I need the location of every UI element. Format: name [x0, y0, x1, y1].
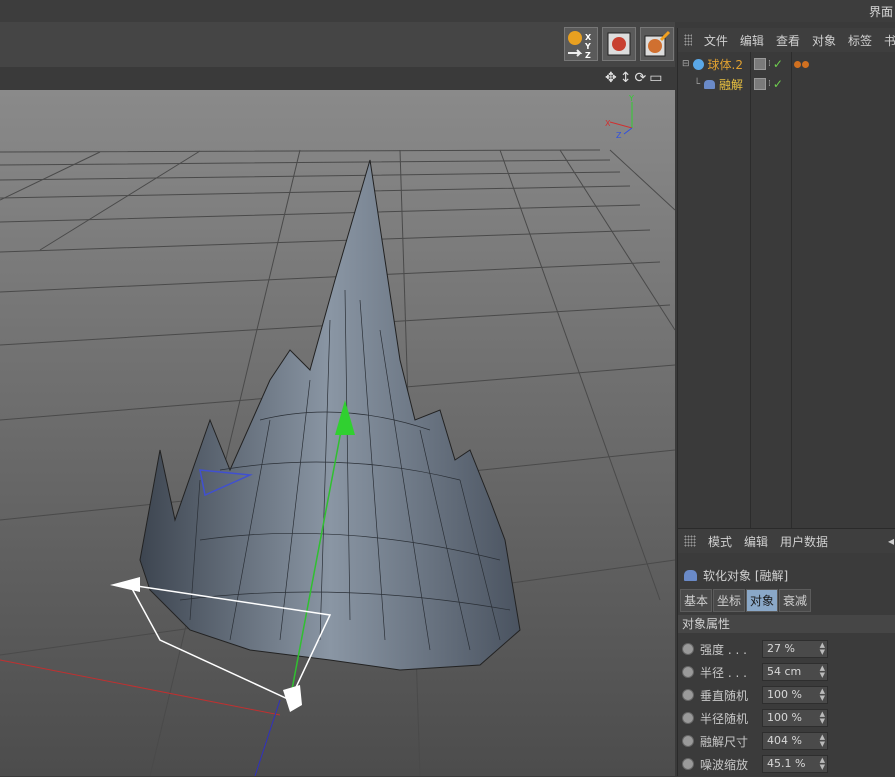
back-arrow-icon[interactable]: ◂: [888, 534, 894, 548]
menu-bookmarks[interactable]: 书: [884, 32, 895, 49]
prop-label: 垂直随机: [700, 688, 749, 703]
render-settings-icon[interactable]: [640, 27, 674, 61]
svg-text:Z: Z: [585, 51, 591, 59]
axis-z-label: Z: [616, 131, 622, 140]
object-row-melt-flags: ⁞ ✓: [754, 74, 783, 94]
animate-radio-icon[interactable]: [682, 643, 694, 655]
axis-y-label: Y: [628, 94, 634, 103]
grip-icon[interactable]: [684, 34, 692, 46]
visibility-dots-icon[interactable]: ⁞: [768, 79, 771, 89]
menu-file[interactable]: 文件: [704, 32, 728, 49]
prop-field[interactable]: 27 % ▲ ▼: [762, 640, 828, 658]
material-tag-icon-2[interactable]: [802, 60, 809, 68]
animate-radio-icon[interactable]: [682, 735, 694, 747]
melt-deformer-icon: [684, 570, 697, 581]
object-list[interactable]: ⊟ 球体.2 ⁞ ✓ └ 融解 ⁞ ✓: [678, 52, 895, 528]
zoom-view-icon[interactable]: ↕: [620, 70, 632, 86]
attribute-title-text: 软化对象 [融解]: [703, 569, 789, 583]
tab-object[interactable]: 对象: [746, 589, 779, 612]
prop-label: 半径随机: [700, 711, 749, 726]
tab-coord[interactable]: 坐标: [713, 589, 746, 612]
coordinate-system-icon[interactable]: X Y Z: [564, 27, 598, 61]
menu-object[interactable]: 对象: [812, 32, 836, 49]
attribute-menu: 模式 编辑 用户数据 ◂: [678, 529, 895, 553]
attribute-title: 软化对象 [融解]: [684, 567, 788, 584]
sphere-icon: [692, 58, 704, 70]
object-tags: [794, 54, 809, 74]
animate-radio-icon[interactable]: [682, 689, 694, 701]
prop-label: 融解尺寸: [700, 734, 749, 749]
menu-edit[interactable]: 编辑: [740, 32, 764, 49]
prop-field[interactable]: 54 cm ▲ ▼: [762, 663, 828, 681]
object-row-melt[interactable]: └ 融解: [694, 74, 743, 94]
section-header: 对象属性: [678, 615, 895, 633]
menu-user-data[interactable]: 用户数据: [780, 533, 828, 550]
3d-viewport[interactable]: Y X Z: [0, 90, 675, 776]
prop-field[interactable]: 100 % ▲ ▼: [762, 709, 828, 727]
tree-connector: └: [694, 78, 701, 90]
enabled-check-icon[interactable]: ✓: [773, 77, 783, 91]
enabled-check-icon[interactable]: ✓: [773, 57, 783, 71]
attribute-manager: 模式 编辑 用户数据 ◂ 软化对象 [融解] 基本 坐标 对象 衰减 对象属性 …: [678, 528, 895, 777]
menu-edit[interactable]: 编辑: [744, 533, 768, 550]
material-tag-icon[interactable]: [794, 60, 801, 68]
menu-mode[interactable]: 模式: [708, 533, 732, 550]
viewport-nav-icons: ✥ ↕ ⟳ ▭: [605, 70, 662, 86]
toggle-view-icon[interactable]: ▭: [649, 70, 662, 86]
axis-x-label: X: [605, 119, 611, 128]
svg-text:Y: Y: [584, 42, 591, 51]
tab-basic[interactable]: 基本: [680, 589, 713, 612]
attribute-tabs: 基本 坐标 对象 衰减: [680, 589, 812, 612]
object-row-sphere[interactable]: ⊟ 球体.2: [682, 54, 743, 74]
prop-radius: 半径 . . . 54 cm ▲ ▼: [682, 662, 828, 682]
animate-radio-icon[interactable]: [682, 666, 694, 678]
object-row-sphere-flags: ⁞ ✓: [754, 54, 783, 74]
viewport-tool-icons: X Y Z: [564, 27, 674, 61]
animate-radio-icon[interactable]: [682, 712, 694, 724]
object-name[interactable]: 球体.2: [708, 56, 743, 73]
prop-field[interactable]: 100 % ▲ ▼: [762, 686, 828, 704]
melt-deformer-icon: [704, 79, 716, 89]
prop-melt-size: 融解尺寸 404 % ▲ ▼: [682, 731, 828, 751]
tab-falloff[interactable]: 衰减: [779, 589, 812, 612]
object-manager-menu: 文件 编辑 查看 对象 标签 书: [678, 28, 895, 52]
object-name[interactable]: 融解: [719, 76, 743, 93]
prop-radius-random: 半径随机 100 % ▲ ▼: [682, 708, 828, 728]
layer-icon[interactable]: [754, 78, 766, 90]
render-view-icon[interactable]: [602, 27, 636, 61]
expand-icon[interactable]: ⊟: [682, 59, 690, 69]
grip-icon[interactable]: [684, 535, 696, 547]
prop-label: 半径 . . .: [700, 665, 747, 680]
move-view-icon[interactable]: ✥: [605, 70, 617, 86]
top-bar: 界面: [0, 0, 895, 22]
prop-strength: 强度 . . . 27 % ▲ ▼: [682, 639, 828, 659]
svg-text:X: X: [585, 33, 592, 42]
layer-icon[interactable]: [754, 58, 766, 70]
prop-vertical-random: 垂直随机 100 % ▲ ▼: [682, 685, 828, 705]
animate-radio-icon[interactable]: [682, 758, 694, 770]
menu-tags[interactable]: 标签: [848, 32, 872, 49]
window-title-fragment: 界面: [868, 5, 893, 19]
prop-field[interactable]: 45.1 % ▲ ▼: [762, 755, 828, 773]
prop-label: 噪波缩放: [700, 757, 749, 772]
rotate-view-icon[interactable]: ⟳: [634, 70, 646, 86]
prop-noise-scale: 噪波缩放 45.1 % ▲ ▼: [682, 754, 828, 774]
object-manager-panel: 文件 编辑 查看 对象 标签 书 ⊟ 球体.2 ⁞ ✓ └ 融解 ⁞ ✓ 模式 …: [677, 28, 895, 777]
prop-label: 强度 . . .: [700, 642, 747, 657]
menu-view[interactable]: 查看: [776, 32, 800, 49]
prop-field[interactable]: 404 % ▲ ▼: [762, 732, 828, 750]
visibility-dots-icon[interactable]: ⁞: [768, 59, 771, 69]
